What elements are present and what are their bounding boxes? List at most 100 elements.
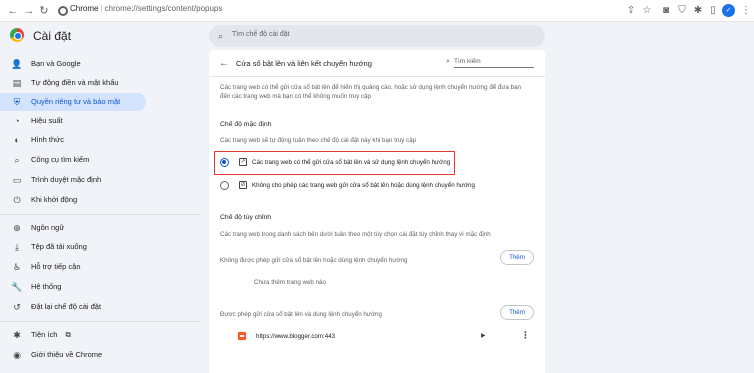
chrome-logo-icon — [10, 28, 24, 42]
speedometer-icon: ◔ — [14, 116, 20, 126]
sidebar: 👤 Bạn và Google ▤ Tự động điền và mật kh… — [0, 50, 200, 373]
blocked-empty-text: Chưa thêm trang web nào — [254, 279, 326, 286]
sidebar-item-label: Giới thiệu về Chrome — [31, 350, 103, 359]
download-icon: ⤓ — [15, 242, 19, 252]
address-bar[interactable]: Chrome | chrome://settings/content/popups — [52, 3, 652, 19]
popups-settings-card: ← Cửa sổ bật lên và liên kết chuyển hướn… — [209, 50, 545, 373]
blogger-favicon-icon — [238, 332, 246, 340]
custom-section-subtitle: Các trang web trong danh sách bên dưới t… — [220, 231, 491, 238]
sidebar-item-label: Hệ thống — [31, 282, 62, 291]
add-allowed-site-button[interactable]: Thêm — [500, 305, 534, 320]
autofill-icon: ▤ — [12, 78, 22, 88]
settings-header: Cài đặt ⌕ Tìm chế độ cài đặt — [0, 22, 754, 50]
radio-block-popups[interactable] — [220, 181, 229, 190]
sidebar-item-on-startup[interactable]: ⏻ Khi khởi động — [0, 191, 146, 209]
url-separator: | — [100, 4, 103, 13]
sidebar-item-label: Tiện ích ⧉ — [31, 330, 71, 339]
globe-icon: ⊕ — [13, 223, 21, 233]
sidebar-item-label: Tệp đã tải xuống — [31, 242, 87, 251]
description-line: đến các trang web mà bạn có thể không mu… — [220, 93, 371, 100]
sidebar-divider — [0, 321, 200, 322]
sidebar-item-privacy-security[interactable]: ⛨ Quyền riêng tư và bảo mật — [0, 93, 146, 111]
default-section-title: Chế độ mặc định — [220, 121, 272, 128]
radio-allow-popups[interactable] — [220, 158, 229, 167]
popup-open-icon: ↗ — [239, 158, 247, 166]
sidebar-item-label: Bạn và Google — [31, 59, 81, 68]
custom-section-title: Chế độ tùy chỉnh — [220, 214, 272, 221]
sidebar-item-label: Hiệu suất — [31, 116, 63, 125]
bookmark-star-icon[interactable]: ☆ — [640, 4, 654, 18]
sidebar-item-autofill[interactable]: ▤ Tự động điền và mật khẩu — [0, 74, 146, 92]
person-icon: 👤 — [11, 59, 23, 69]
url-path: chrome://settings/content/popups — [104, 4, 223, 13]
chrome-icon: ◉ — [13, 350, 21, 360]
sidebar-item-label: Hỗ trợ tiếp cận — [31, 262, 81, 271]
sidebar-item-languages[interactable]: ⊕ Ngôn ngữ — [0, 219, 146, 237]
extension-shield-icon[interactable]: ⛉ — [675, 4, 689, 18]
sidebar-item-appearance[interactable]: ◐ Hình thức — [0, 131, 146, 149]
sidebar-item-label: Hình thức — [31, 135, 64, 144]
url-text: Chrome | chrome://settings/content/popups — [70, 4, 222, 13]
extensions-puzzle-icon[interactable]: ✱ — [691, 4, 705, 18]
sidebar-item-performance[interactable]: ◔ Hiệu suất — [0, 112, 146, 130]
more-actions-icon[interactable]: ⋮ — [521, 330, 530, 341]
sidebar-item-label: Tự động điền và mật khẩu — [31, 78, 119, 87]
browser-icon: ▭ — [12, 175, 22, 185]
sidebar-item-label: Trình duyệt mặc định — [31, 175, 102, 184]
sidebar-item-about-chrome[interactable]: ◉ Giới thiệu về Chrome — [0, 346, 146, 364]
option-block-popups-label[interactable]: Không cho phép các trang web gửi cửa sổ … — [252, 182, 475, 189]
sidebar-item-label: Quyền riêng tư và bảo mật — [31, 97, 121, 106]
description-line: Các trang web có thể gửi cửa sổ bật lên … — [220, 84, 522, 91]
external-link-icon: ⧉ — [65, 330, 71, 339]
sidebar-item-extensions[interactable]: ✱ Tiện ích ⧉ — [0, 326, 146, 344]
back-arrow-icon[interactable]: ← — [6, 4, 20, 18]
card-search-input[interactable]: Tìm kiếm — [454, 58, 534, 68]
sidebar-item-label: Công cụ tìm kiếm — [31, 155, 90, 164]
settings-search-input[interactable]: ⌕ Tìm chế độ cài đặt — [209, 25, 545, 47]
sidebar-item-label: Khi khởi động — [31, 195, 78, 204]
blocked-list-label: Không được phép gửi cửa sổ bật lên hoặc … — [220, 257, 408, 264]
shield-icon: ⛨ — [13, 97, 21, 107]
allowed-list-label: Được phép gửi cửa sổ bật lên và dùng lện… — [220, 311, 382, 318]
sidebar-item-you-and-google[interactable]: 👤 Bạn và Google — [0, 55, 146, 73]
wrench-icon: 🔧 — [11, 282, 23, 292]
sidebar-item-reset-settings[interactable]: ↺ Đặt lại chế độ cài đặt — [0, 298, 146, 316]
camera-icon[interactable]: ◙ — [659, 4, 673, 18]
sidebar-panel-icon[interactable]: ▯ — [706, 4, 720, 18]
page-title: Cài đặt — [33, 29, 72, 43]
share-icon[interactable]: ⇪ — [624, 4, 638, 18]
sidebar-item-label: Ngôn ngữ — [31, 223, 65, 232]
sidebar-item-accessibility[interactable]: ♿ Hỗ trợ tiếp cận — [0, 258, 146, 276]
sidebar-item-system[interactable]: 🔧 Hệ thống — [0, 278, 146, 296]
expand-arrow-icon[interactable]: ▶ — [481, 332, 486, 339]
menu-dots-icon[interactable]: ⋮ — [739, 4, 753, 18]
url-site-name: Chrome — [70, 4, 99, 13]
chrome-site-icon — [58, 6, 68, 16]
card-title: Cửa sổ bật lên và liên kết chuyển hướng — [236, 59, 372, 68]
sidebar-item-downloads[interactable]: ⤓ Tệp đã tải xuống — [0, 238, 146, 256]
search-icon: ⌕ — [14, 155, 20, 165]
add-blocked-site-button[interactable]: Thêm — [500, 250, 534, 265]
popup-blocked-icon: ⊘ — [239, 181, 247, 189]
sidebar-item-default-browser[interactable]: ▭ Trình duyệt mặc định — [0, 171, 146, 189]
search-placeholder: Tìm chế độ cài đặt — [232, 31, 290, 38]
card-divider — [209, 76, 545, 77]
power-icon: ⏻ — [13, 195, 21, 205]
reload-icon[interactable]: ↻ — [37, 4, 51, 18]
browser-toolbar: ← → ↻ Chrome | chrome://settings/content/p… — [0, 0, 754, 22]
sidebar-item-label: Đặt lại chế độ cài đặt — [31, 302, 102, 311]
reset-icon: ↺ — [13, 302, 21, 312]
option-allow-popups-label[interactable]: Các trang web có thể gửi cửa sổ bật lên … — [252, 159, 450, 166]
forward-arrow-icon[interactable]: → — [22, 4, 36, 18]
back-arrow-icon[interactable]: ← — [219, 58, 229, 69]
accessibility-icon: ♿ — [12, 262, 22, 272]
search-icon: ⌕ — [446, 58, 450, 65]
puzzle-icon: ✱ — [13, 330, 21, 340]
allowed-site-url[interactable]: https://www.blogger.com:443 — [256, 333, 335, 340]
default-section-subtitle: Các trang web sẽ tự động tuân theo chế đ… — [220, 137, 417, 144]
profile-avatar[interactable]: ✓ — [722, 4, 735, 17]
sidebar-divider — [0, 214, 200, 215]
search-icon: ⌕ — [218, 31, 224, 41]
card-description: Các trang web có thể gửi cửa sổ bật lên … — [220, 83, 534, 101]
sidebar-item-search-engine[interactable]: ⌕ Công cụ tìm kiếm — [0, 151, 146, 169]
